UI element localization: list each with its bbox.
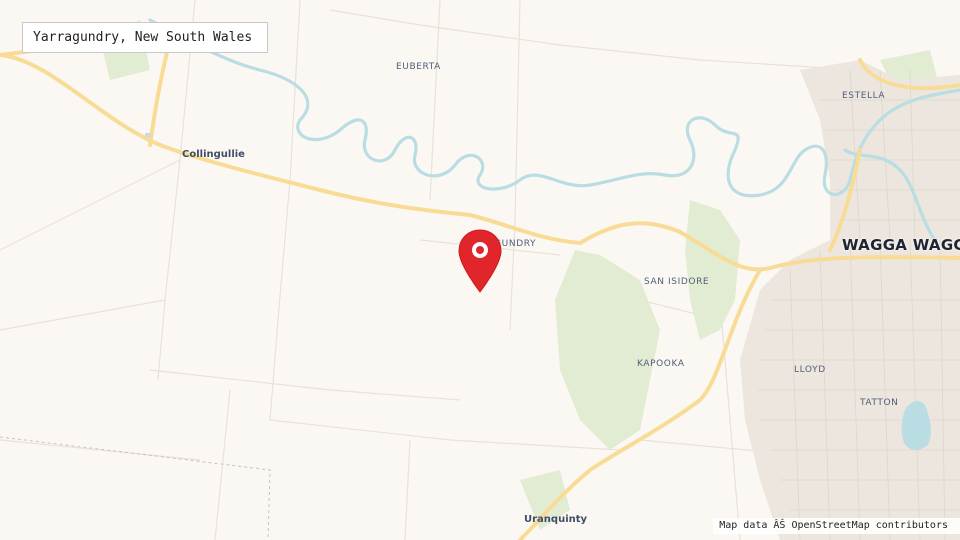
place-label-wagga-wagga: WAGGA WAGGA (842, 236, 960, 254)
location-title: Yarragundry, New South Wales (22, 22, 268, 53)
road-shields (145, 133, 151, 137)
place-label-estella: ESTELLA (842, 91, 886, 101)
place-label-euberta: EUBERTA (396, 62, 441, 72)
boundary-line (0, 436, 271, 540)
map-pin-icon[interactable] (456, 228, 508, 294)
place-label-lloyd: LLOYD (794, 365, 826, 375)
map-attribution[interactable]: Map data ÂŠ OpenStreetMap contributors (713, 518, 960, 534)
place-label-kapooka: KAPOOKA (637, 359, 685, 369)
place-label-uranquinty: Uranquinty (524, 514, 588, 525)
place-label-tatton: TATTON (860, 398, 899, 408)
place-label-collingullie: Collingullie (182, 149, 245, 160)
place-label-san-isidore: SAN ISIDORE (644, 277, 710, 287)
